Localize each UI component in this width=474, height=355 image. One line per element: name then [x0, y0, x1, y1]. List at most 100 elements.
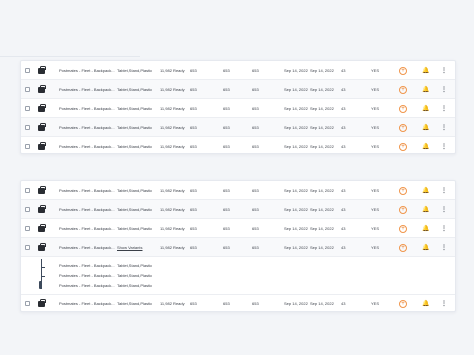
row-checkbox[interactable]: [25, 87, 30, 92]
yes-flag: YES: [371, 144, 380, 149]
yes-flag: YES: [371, 67, 380, 73]
date-1: Sep 14, 2022: [284, 206, 308, 212]
count: 43: [341, 144, 346, 149]
bell-icon[interactable]: 🔔: [422, 104, 430, 113]
product-name[interactable]: Postmates - Fleet - Backpack...: [59, 181, 115, 199]
date-2: Sep 14, 2022: [310, 187, 334, 193]
product-material: Tablet,Stand,Plastic: [117, 105, 153, 111]
table-row[interactable]: Postmates - Fleet - Backpack... Tablet,S…: [21, 200, 455, 219]
value-2: 653: [223, 187, 230, 193]
bell-icon[interactable]: 🔔: [422, 123, 430, 132]
plus-circle-icon[interactable]: +: [399, 205, 407, 214]
vertical-dots-icon[interactable]: ⋮: [441, 80, 447, 98]
bell-icon[interactable]: 🔔: [422, 224, 430, 233]
table-row[interactable]: Postmates - Fleet - Backpack... Tablet,S…: [21, 61, 455, 80]
plus-circle-icon[interactable]: +: [399, 123, 407, 132]
table-row[interactable]: Postmates - Fleet - Backpack... Tablet,S…: [21, 181, 455, 200]
show-variants-link[interactable]: Show Variants: [117, 238, 143, 256]
variant-row[interactable]: Postmates - Fleet - Backpack... Tablet,S…: [21, 270, 455, 280]
table-row[interactable]: Postmates - Fleet - Backpack... Tablet,S…: [21, 219, 455, 238]
plus-circle-icon[interactable]: +: [399, 186, 407, 195]
variant-name[interactable]: Postmates - Fleet - Backpack...: [59, 270, 115, 280]
date-2: Sep 14, 2022: [310, 86, 334, 92]
vertical-dots-icon[interactable]: ⋮: [441, 61, 447, 79]
date-1: Sep 14, 2022: [284, 301, 308, 306]
table-row[interactable]: Postmates - Fleet - Backpack... Tablet,S…: [21, 137, 455, 156]
table-row[interactable]: Postmates - Fleet - Backpack... Tablet,S…: [21, 99, 455, 118]
variant-name[interactable]: Postmates - Fleet - Backpack...: [59, 280, 115, 290]
product-name[interactable]: Postmates - Fleet - Backpack...: [59, 118, 115, 136]
table-row[interactable]: Postmates - Fleet - Backpack... Tablet,S…: [21, 294, 455, 313]
yes-flag: YES: [371, 86, 380, 92]
bag-icon: [38, 299, 46, 307]
bell-icon[interactable]: 🔔: [422, 186, 430, 195]
row-checkbox[interactable]: [25, 226, 30, 231]
vertical-dots-icon[interactable]: ⋮: [441, 118, 447, 136]
count: 43: [341, 124, 346, 130]
product-material: Tablet,Stand,Plastic: [117, 144, 153, 149]
vertical-dots-icon[interactable]: ⋮: [441, 200, 447, 218]
vertical-dots-icon[interactable]: ⋮: [441, 137, 447, 156]
background-divider: [0, 56, 140, 57]
vertical-dots-icon[interactable]: ⋮: [441, 99, 447, 117]
stock-status: 11,982 Ready: [160, 301, 185, 306]
plus-circle-icon[interactable]: +: [399, 66, 407, 75]
value-3: 653: [252, 206, 259, 212]
bell-icon[interactable]: 🔔: [422, 243, 430, 252]
product-name[interactable]: Postmates - Fleet - Backpack...: [59, 200, 115, 218]
row-checkbox[interactable]: [25, 144, 30, 149]
variants-panel: Postmates - Fleet - Backpack... Tablet,S…: [21, 257, 455, 295]
variant-name[interactable]: Postmates - Fleet - Backpack...: [59, 260, 115, 270]
row-checkbox[interactable]: [25, 301, 30, 306]
plus-circle-icon[interactable]: +: [399, 104, 407, 113]
row-checkbox[interactable]: [25, 106, 30, 111]
vertical-dots-icon[interactable]: ⋮: [441, 238, 447, 256]
bell-icon[interactable]: 🔔: [422, 142, 430, 151]
vertical-dots-icon[interactable]: ⋮: [441, 219, 447, 237]
value-2: 653: [223, 206, 230, 212]
row-checkbox[interactable]: [25, 188, 30, 193]
plus-circle-icon[interactable]: +: [399, 142, 407, 151]
variant-row[interactable]: Postmates - Fleet - Backpack... Tablet,S…: [21, 260, 455, 270]
value-3: 653: [252, 225, 259, 231]
table-row[interactable]: Postmates - Fleet - Backpack... Tablet,S…: [21, 118, 455, 137]
count: 43: [341, 225, 346, 231]
stock-status: 11,982 Ready: [160, 124, 185, 130]
plus-circle-icon[interactable]: +: [399, 85, 407, 94]
product-name[interactable]: Postmates - Fleet - Backpack...: [59, 137, 115, 156]
value-1: 653: [190, 244, 197, 250]
product-name[interactable]: Postmates - Fleet - Backpack...: [59, 219, 115, 237]
inventory-table-1: Postmates - Fleet - Backpack... Tablet,S…: [20, 60, 456, 154]
plus-circle-icon[interactable]: +: [399, 224, 407, 233]
stock-status: 11,982 Ready: [160, 144, 185, 149]
plus-circle-icon[interactable]: +: [399, 299, 407, 308]
bell-icon[interactable]: 🔔: [422, 66, 430, 75]
product-name[interactable]: Postmates - Fleet - Backpack...: [59, 238, 115, 256]
table-row[interactable]: Postmates - Fleet - Backpack... Tablet,S…: [21, 80, 455, 99]
product-name[interactable]: Postmates - Fleet - Backpack...: [59, 80, 115, 98]
row-checkbox[interactable]: [25, 245, 30, 250]
row-checkbox[interactable]: [25, 68, 30, 73]
bag-icon: [38, 85, 46, 93]
product-name[interactable]: Postmates - Fleet - Backpack...: [59, 294, 115, 313]
product-name[interactable]: Postmates - Fleet - Backpack...: [59, 61, 115, 79]
vertical-dots-icon[interactable]: ⋮: [441, 181, 447, 199]
row-checkbox[interactable]: [25, 207, 30, 212]
value-1: 653: [190, 86, 197, 92]
count: 43: [341, 301, 346, 306]
yes-flag: YES: [371, 244, 380, 250]
row-checkbox[interactable]: [25, 125, 30, 130]
variant-material: Tablet,Stand,Plastic: [117, 272, 153, 278]
product-name[interactable]: Postmates - Fleet - Backpack...: [59, 99, 115, 117]
bell-icon[interactable]: 🔔: [422, 85, 430, 94]
value-2: 653: [223, 86, 230, 92]
variant-row[interactable]: Postmates - Fleet - Backpack... Tablet,S…: [21, 280, 455, 290]
date-2: Sep 14, 2022: [310, 225, 334, 231]
table-row-expanded[interactable]: Postmates - Fleet - Backpack... Show Var…: [21, 238, 455, 257]
bell-icon[interactable]: 🔔: [422, 205, 430, 214]
value-1: 653: [190, 105, 197, 111]
bell-icon[interactable]: 🔔: [422, 299, 430, 308]
plus-circle-icon[interactable]: +: [399, 243, 407, 252]
value-2: 653: [223, 301, 230, 306]
vertical-dots-icon[interactable]: ⋮: [441, 294, 447, 313]
